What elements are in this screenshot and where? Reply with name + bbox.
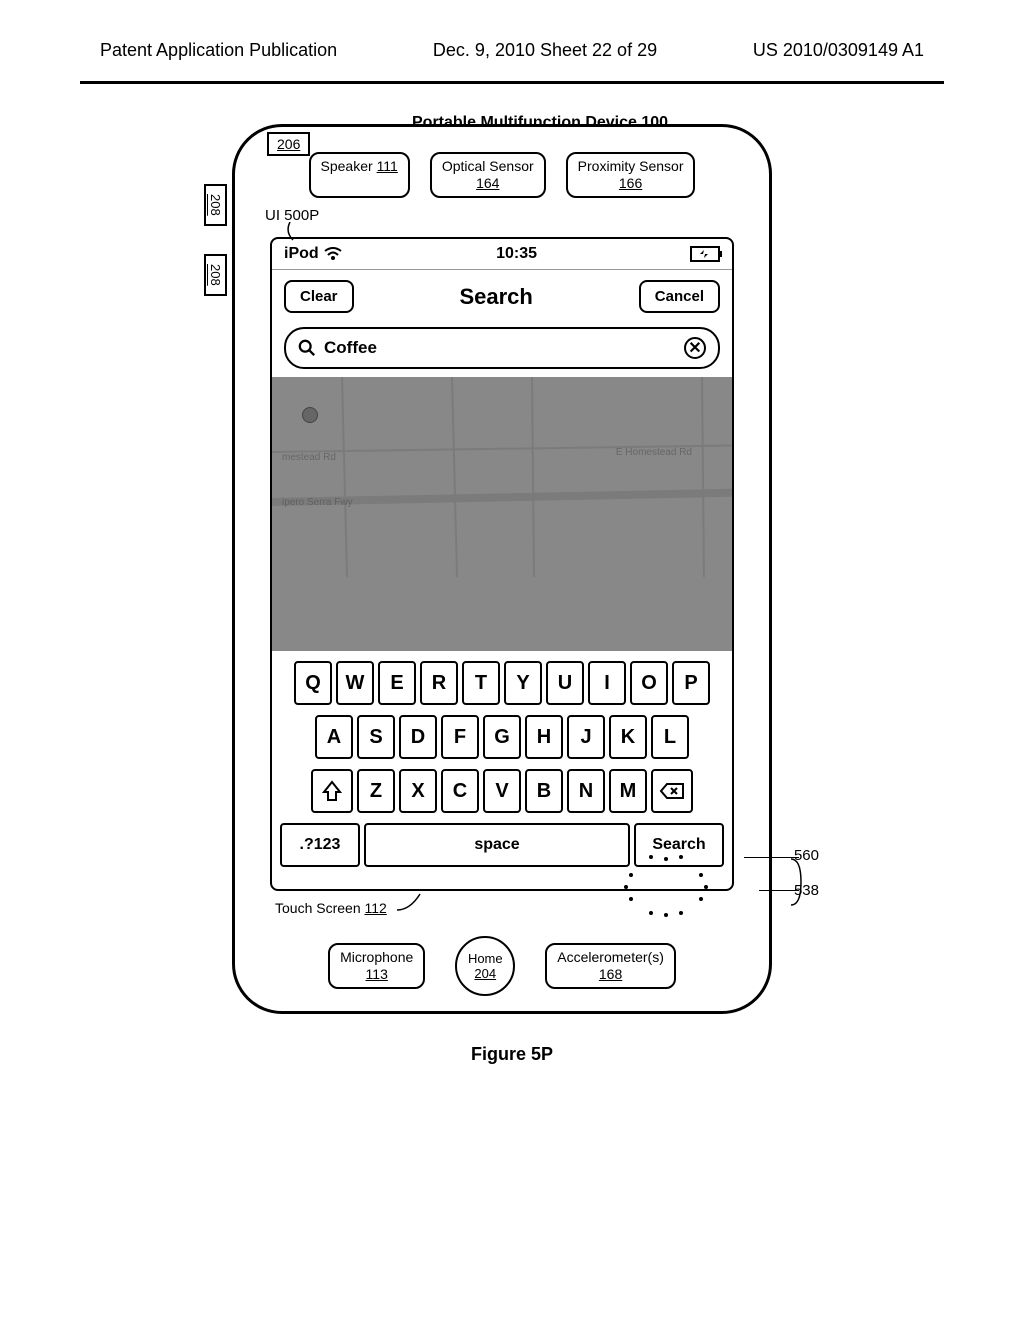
keyboard-row-1: Q W E R T Y U I O P: [280, 661, 724, 705]
search-icon: [298, 339, 316, 357]
key-y[interactable]: Y: [504, 661, 542, 705]
page-header: Patent Application Publication Dec. 9, 2…: [0, 0, 1024, 81]
nav-title: Search: [459, 284, 532, 310]
key-e[interactable]: E: [378, 661, 416, 705]
map-preview[interactable]: mestead Rd E Homestead Rd ipero Serra Fw…: [272, 377, 732, 651]
connector-line: [395, 892, 425, 912]
key-w[interactable]: W: [336, 661, 374, 705]
label-208-a: 208: [204, 184, 227, 226]
key-a[interactable]: A: [315, 715, 353, 759]
key-f[interactable]: F: [441, 715, 479, 759]
key-b[interactable]: B: [525, 769, 563, 813]
cancel-button[interactable]: Cancel: [639, 280, 720, 313]
microphone-label: Microphone113: [328, 943, 425, 989]
key-c[interactable]: C: [441, 769, 479, 813]
accelerometer-label: Accelerometer(s)168: [545, 943, 676, 989]
key-l[interactable]: L: [651, 715, 689, 759]
figure-caption: Figure 5P: [0, 1044, 1024, 1065]
touch-screen: iPod 10:35 Clear Search Cancel: [270, 237, 734, 891]
label-208-b: 208: [204, 254, 227, 296]
key-j[interactable]: J: [567, 715, 605, 759]
bottom-components: Microphone113 Home 204 Accelerometer(s)1…: [235, 936, 769, 996]
key-m[interactable]: M: [609, 769, 647, 813]
key-u[interactable]: U: [546, 661, 584, 705]
shift-icon: [322, 780, 342, 802]
key-n[interactable]: N: [567, 769, 605, 813]
figure-area: Portable Multifunction Device 100 206 20…: [212, 124, 812, 1014]
key-x[interactable]: X: [399, 769, 437, 813]
clear-input-icon[interactable]: ✕: [684, 337, 706, 359]
key-z[interactable]: Z: [357, 769, 395, 813]
label-206: 206: [267, 132, 310, 156]
keyboard: Q W E R T Y U I O P A S D F G H: [272, 651, 732, 889]
key-p[interactable]: P: [672, 661, 710, 705]
proximity-sensor-label: Proximity Sensor 166: [566, 152, 696, 198]
map-roads: [272, 377, 732, 651]
speaker-label: Speaker 111: [309, 152, 410, 198]
clear-button[interactable]: Clear: [284, 280, 354, 313]
battery-icon: [690, 246, 720, 262]
top-components: Speaker 111 Optical Sensor 164 Proximity…: [235, 152, 769, 198]
key-t[interactable]: T: [462, 661, 500, 705]
key-g[interactable]: G: [483, 715, 521, 759]
keyboard-row-3: Z X C V B N M: [280, 769, 724, 813]
search-value: Coffee: [324, 338, 676, 358]
keyboard-row-2: A S D F G H J K L: [280, 715, 724, 759]
carrier-label: iPod: [284, 245, 343, 263]
status-bar: iPod 10:35: [272, 239, 732, 270]
nav-bar: Clear Search Cancel: [272, 270, 732, 323]
key-backspace[interactable]: [651, 769, 693, 813]
key-o[interactable]: O: [630, 661, 668, 705]
key-r[interactable]: R: [420, 661, 458, 705]
search-input[interactable]: Coffee ✕: [284, 327, 720, 369]
key-k[interactable]: K: [609, 715, 647, 759]
touch-screen-label: Touch Screen 112: [275, 900, 387, 916]
key-shift[interactable]: [311, 769, 353, 813]
backspace-icon: [659, 782, 685, 800]
home-button[interactable]: Home 204: [455, 936, 515, 996]
header-right: US 2010/0309149 A1: [753, 40, 924, 61]
device-outline: UI 500P Speaker 111 Optical Sensor 164 P…: [232, 124, 772, 1014]
key-h[interactable]: H: [525, 715, 563, 759]
wifi-icon: [323, 247, 343, 261]
time-label: 10:35: [496, 245, 537, 263]
touch-indicator-dots: [619, 855, 709, 915]
key-numbers[interactable]: .?123: [280, 823, 360, 867]
optical-sensor-label: Optical Sensor 164: [430, 152, 546, 198]
header-rule: [80, 81, 944, 84]
key-i[interactable]: I: [588, 661, 626, 705]
key-d[interactable]: D: [399, 715, 437, 759]
key-q[interactable]: Q: [294, 661, 332, 705]
key-s[interactable]: S: [357, 715, 395, 759]
header-center: Dec. 9, 2010 Sheet 22 of 29: [433, 40, 657, 61]
key-space[interactable]: space: [364, 823, 630, 867]
callout-bracket: [789, 857, 804, 907]
header-left: Patent Application Publication: [100, 40, 337, 61]
key-v[interactable]: V: [483, 769, 521, 813]
